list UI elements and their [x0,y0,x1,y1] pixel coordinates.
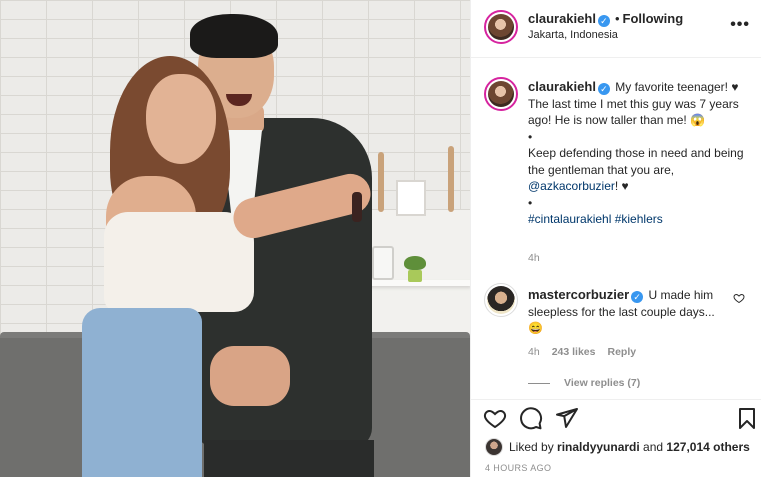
man-pants [204,440,374,477]
comment-timestamp[interactable]: 4h [528,346,540,358]
post-timestamp[interactable]: 4 HOURS AGO [485,463,551,473]
reply-button[interactable]: Reply [607,346,636,358]
woman-face [146,74,216,164]
caption-username[interactable]: claurakiehl [528,79,596,94]
header-title-row: claurakiehl ✓ • Following [528,11,683,27]
action-bar [471,399,761,435]
view-replies-label[interactable]: View replies (7) [564,377,640,389]
comment-meta: 4h 243 likes Reply [528,346,648,358]
replies-divider [528,382,550,384]
post-caption: claurakiehl ✓ My favorite teenager! ♥ The… [528,79,752,228]
caption-text: ! ♥ [614,179,629,193]
comment-like-heart-icon[interactable] [733,292,745,304]
comment: mastercorbuzier ✓ U made him sleepless fo… [528,287,728,337]
caption-bullet: • [528,129,533,144]
hashtag-links[interactable]: #cintalaurakiehl #kiehlers [528,211,752,228]
following-button[interactable]: Following [623,11,684,26]
bookmark-icon[interactable] [735,406,759,430]
man-hair [190,14,278,58]
verified-badge-icon: ✓ [597,15,610,27]
liker-username[interactable]: rinaldyyunardi [557,440,640,454]
view-replies-button[interactable]: View replies (7) [528,377,640,389]
bracelet [352,192,362,222]
caption-text: Keep defending those in need and being t… [528,146,744,177]
post-location[interactable]: Jakarta, Indonesia [528,29,618,41]
wooden-figurine [378,152,384,212]
share-icon[interactable] [555,406,579,430]
post-side-panel: claurakiehl ✓ • Following Jakarta, Indonesi… [470,0,761,477]
commenter-avatar[interactable] [484,283,518,317]
verified-badge-icon: ✓ [631,291,644,303]
liked-by-prefix: Liked by [509,440,558,454]
likes-summary: Liked by rinaldyyunardi and 127,014 othe… [485,438,750,456]
post-photo[interactable] [0,0,470,477]
mention-link[interactable]: @azkacorbuzier [528,179,615,193]
caption-bullet: • [528,195,533,210]
heart-icon[interactable] [483,406,507,430]
author-username[interactable]: claurakiehl [528,11,596,26]
liker-avatar[interactable] [485,438,503,456]
likes-count-link[interactable]: 127,014 others [666,440,749,454]
comment-icon[interactable] [519,406,543,430]
potted-plant [404,256,426,282]
commenter-username[interactable]: mastercorbuzier [528,287,629,302]
comment-likes[interactable]: 243 likes [552,346,596,358]
picture-frame [396,180,426,216]
post-header: claurakiehl ✓ • Following Jakarta, Indonesi… [471,0,761,58]
wooden-figurine [448,146,454,212]
woman-top [104,212,254,312]
comments-area[interactable]: claurakiehl ✓ My favorite teenager! ♥ The… [471,59,761,399]
liked-by-mid: and [639,440,667,454]
lantern [372,246,394,280]
more-options-icon[interactable]: ••• [730,16,750,34]
separator-dot: • [614,11,620,26]
author-avatar[interactable] [484,10,518,44]
verified-badge-icon: ✓ [597,83,610,95]
clasped-hands [210,346,290,406]
caption-timestamp[interactable]: 4h [528,252,540,264]
woman-jeans [82,308,202,477]
caption-avatar[interactable] [484,77,518,111]
